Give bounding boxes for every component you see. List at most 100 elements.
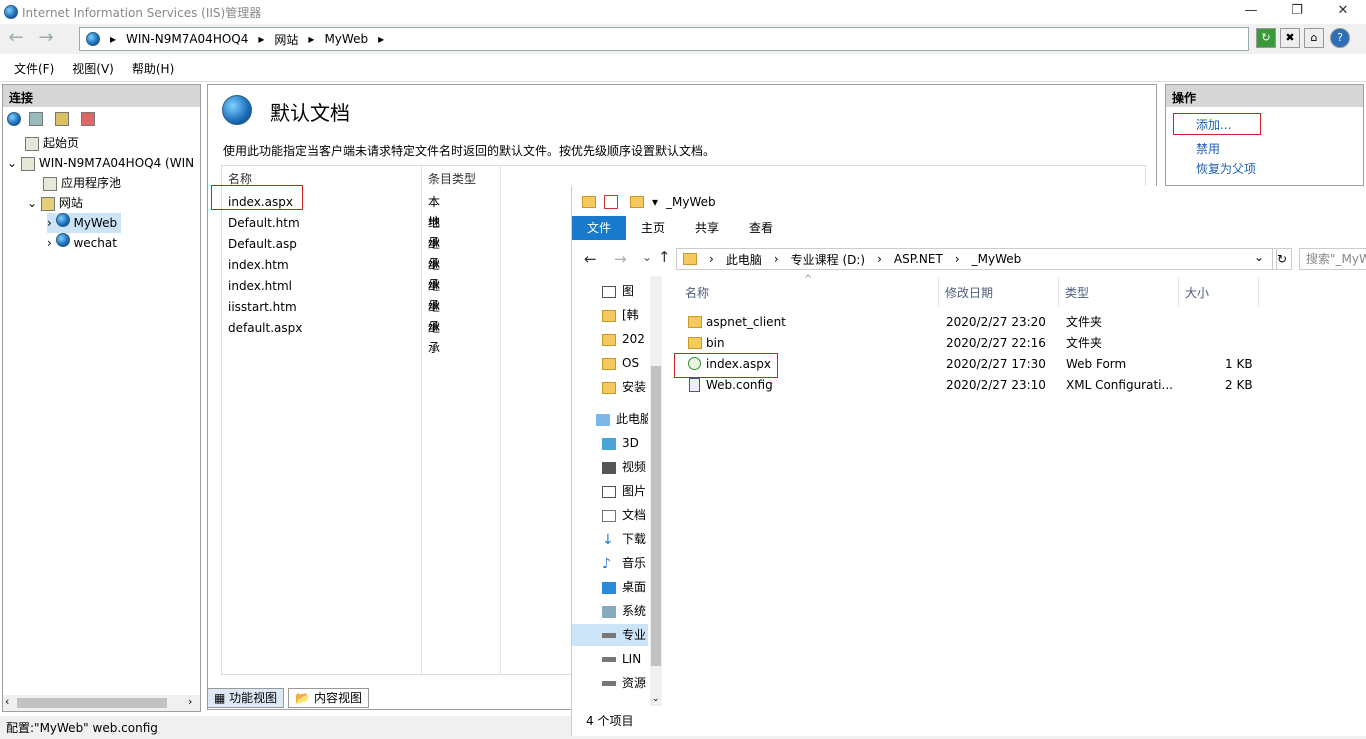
- list-item[interactable]: Default.htm 继承: [228, 213, 440, 250]
- back-arrow-icon[interactable]: ←: [4, 27, 28, 51]
- path-dropdown-icon[interactable]: ⌄: [1254, 250, 1264, 264]
- nav-item[interactable]: 专业: [572, 624, 648, 646]
- restore-icon[interactable]: ❐: [1274, 0, 1320, 24]
- tab-features-view[interactable]: ▦ 功能视图: [207, 688, 285, 708]
- nav-item[interactable]: ♪ 音乐: [602, 552, 646, 574]
- list-item[interactable]: default.aspx 继承: [228, 318, 440, 355]
- nav-item[interactable]: ↓ 下载: [602, 528, 646, 550]
- tab-content-view[interactable]: 📂 内容视图: [288, 688, 369, 708]
- nav-item[interactable]: 视频: [602, 456, 646, 478]
- ribbon-tab-view[interactable]: 查看: [734, 216, 788, 240]
- list-item[interactable]: index.htm 继承: [228, 255, 440, 292]
- nav-item[interactable]: [韩: [602, 304, 639, 326]
- forward-arrow-icon[interactable]: →: [34, 27, 58, 51]
- table-row[interactable]: Web.config 2020/2/27 23:10 XML Configura…: [684, 375, 1284, 395]
- close-icon[interactable]: ✕: [1320, 0, 1366, 24]
- scroll-right-icon[interactable]: ›: [188, 695, 192, 708]
- path-aspnet[interactable]: ASP.NET: [894, 252, 943, 266]
- nav-item[interactable]: 此电脑: [596, 408, 648, 430]
- chevron-right-icon[interactable]: ›: [47, 216, 52, 230]
- minimize-icon[interactable]: —: [1228, 0, 1274, 24]
- scroll-down-icon[interactable]: ⌄: [652, 694, 660, 704]
- up-arrow-icon[interactable]: ↑: [658, 248, 671, 266]
- new-folder-icon[interactable]: [630, 196, 644, 208]
- list-item[interactable]: iisstart.htm 继承: [228, 297, 440, 334]
- nav-item[interactable]: 图片: [602, 480, 646, 502]
- nav-item[interactable]: OS: [602, 352, 639, 374]
- forward-arrow-icon[interactable]: →: [614, 250, 627, 268]
- path-myweb[interactable]: _MyWeb: [972, 252, 1022, 266]
- table-row[interactable]: aspnet_client 2020/2/27 23:20 文件夹: [684, 312, 1284, 332]
- tree-start-page[interactable]: 起始页: [25, 133, 79, 153]
- save-icon[interactable]: [29, 112, 43, 126]
- ribbon-tabs: 文件 主页 共享 查看: [572, 216, 1366, 240]
- path-this-pc[interactable]: 此电脑: [726, 251, 762, 268]
- column-header-type[interactable]: 类型: [1065, 284, 1089, 301]
- revert-to-parent-action[interactable]: 恢复为父项: [1196, 160, 1256, 177]
- scroll-thumb[interactable]: [651, 366, 661, 666]
- column-header-name[interactable]: 名称: [685, 284, 709, 301]
- nav-item[interactable]: 图: [602, 280, 634, 302]
- folder-icon: [582, 196, 596, 208]
- breadcrumb[interactable]: ▸ WIN-N9M7A04HOQ4 ▸ 网站 ▸ MyWeb ▸: [79, 27, 1249, 51]
- list-item[interactable]: index.html 继承: [228, 276, 440, 313]
- tree-server[interactable]: ⌄ WIN-N9M7A04HOQ4 (WIN: [7, 153, 194, 173]
- home-icon[interactable]: ⌂: [1304, 28, 1324, 48]
- horizontal-scrollbar[interactable]: ‹ ›: [3, 695, 200, 711]
- chevron-down-icon[interactable]: ⌄: [27, 196, 37, 210]
- chevron-down-icon[interactable]: ⌄: [7, 156, 17, 170]
- ribbon-tab-file[interactable]: 文件: [572, 216, 627, 240]
- tree-app-pools[interactable]: 应用程序池: [43, 173, 121, 193]
- path-bar[interactable]: › 此电脑 › 专业课程 (D:) › ASP.NET › _MyWeb: [676, 248, 1277, 270]
- stop-icon[interactable]: ✖: [1280, 28, 1300, 48]
- tree-myweb[interactable]: › MyWeb: [47, 213, 122, 233]
- help-icon[interactable]: ?: [1330, 28, 1350, 48]
- table-row[interactable]: bin 2020/2/27 22:16 文件夹: [684, 333, 1284, 353]
- breadcrumb-sites[interactable]: 网站: [274, 31, 298, 48]
- tree-sites[interactable]: ⌄ 网站: [27, 193, 83, 213]
- scroll-left-icon[interactable]: ‹: [5, 695, 9, 708]
- breadcrumb-separator-icon: ▸: [378, 32, 385, 46]
- disconnect-icon[interactable]: [81, 112, 95, 126]
- nav-item[interactable]: 桌面: [602, 576, 646, 598]
- refresh-icon[interactable]: ↻: [1272, 248, 1292, 270]
- chevron-down-icon[interactable]: ▾: [652, 195, 658, 209]
- ribbon-tab-home[interactable]: 主页: [626, 216, 680, 240]
- red-highlight-box: [674, 353, 778, 378]
- search-input[interactable]: 搜索"_MyW: [1299, 248, 1366, 270]
- tree-wechat[interactable]: › wechat: [47, 233, 117, 253]
- ribbon-tab-share[interactable]: 共享: [680, 216, 734, 240]
- menu-view[interactable]: 视图(V): [72, 60, 114, 77]
- disable-action[interactable]: 禁用: [1196, 140, 1220, 157]
- connections-toolbar: [3, 107, 200, 131]
- column-header-size[interactable]: 大小: [1185, 284, 1209, 301]
- breadcrumb-myweb[interactable]: MyWeb: [324, 32, 368, 46]
- nav-item[interactable]: 202: [602, 328, 645, 350]
- nav-item[interactable]: 资源: [602, 672, 646, 694]
- nav-item[interactable]: LIN: [602, 648, 641, 670]
- scroll-thumb[interactable]: [17, 698, 167, 708]
- videos-icon: [602, 461, 616, 474]
- nav-item[interactable]: 安装: [602, 376, 646, 398]
- app-pool-icon: [43, 176, 57, 191]
- recent-locations-icon[interactable]: ⌄: [642, 250, 652, 264]
- connect-icon[interactable]: [7, 112, 21, 126]
- nav-item[interactable]: 3D: [602, 432, 639, 454]
- list-item[interactable]: Default.asp 继承: [228, 234, 440, 271]
- up-folder-icon[interactable]: [55, 112, 69, 126]
- menu-help[interactable]: 帮助(H): [132, 60, 174, 77]
- nav-item[interactable]: 文档: [602, 504, 646, 526]
- breadcrumb-server[interactable]: WIN-N9M7A04HOQ4: [126, 32, 248, 46]
- properties-icon[interactable]: [604, 195, 618, 209]
- menu-file[interactable]: 文件(F): [14, 60, 54, 77]
- chevron-right-icon[interactable]: ›: [47, 236, 52, 250]
- column-header-date[interactable]: 修改日期: [945, 284, 993, 301]
- column-divider: [1178, 278, 1179, 306]
- view-tabs: ▦ 功能视图 📂 内容视图: [207, 688, 567, 710]
- path-drive[interactable]: 专业课程 (D:): [791, 251, 865, 268]
- nav-item[interactable]: 系统: [602, 600, 646, 622]
- back-arrow-icon[interactable]: ←: [584, 250, 597, 268]
- column-header-type[interactable]: 条目类型: [428, 170, 476, 187]
- folder-icon: [688, 316, 702, 328]
- refresh-icon[interactable]: ↻: [1256, 28, 1276, 48]
